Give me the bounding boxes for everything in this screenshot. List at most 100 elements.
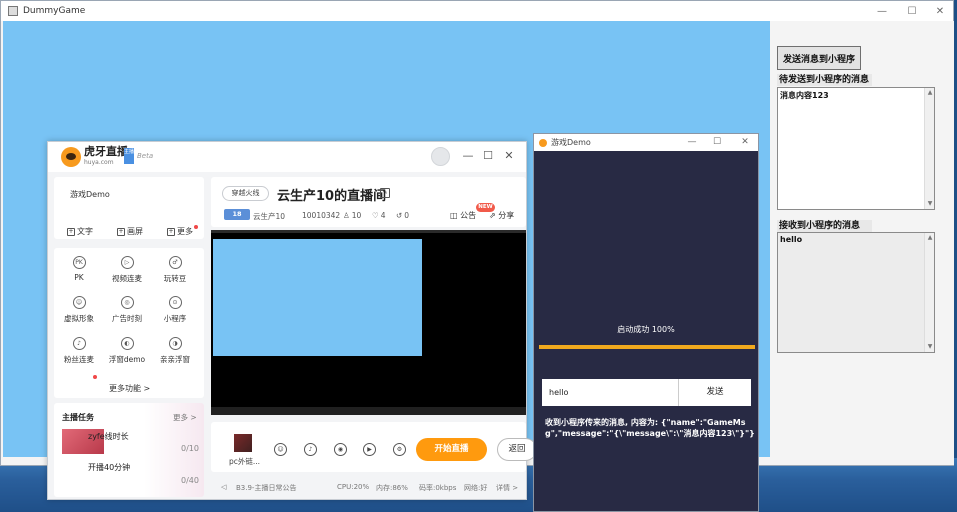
minimize-button[interactable]: —	[460, 148, 476, 164]
details-link[interactable]: 详情 >	[496, 483, 518, 493]
action-label: 画屏	[127, 227, 143, 236]
pending-message-text: 消息内容123	[780, 91, 829, 100]
start-live-button[interactable]: 开始直播	[416, 438, 487, 461]
plus-icon: +	[67, 227, 75, 236]
logo-tag: 主播	[124, 148, 134, 164]
tool-label: PK	[74, 273, 84, 282]
minimize-button[interactable]: —	[867, 1, 897, 21]
message-input[interactable]: hello	[542, 379, 678, 406]
tool-label: 虚拟形象	[64, 314, 94, 323]
stat-value: 4	[380, 211, 386, 220]
float-icon: ◑	[168, 337, 182, 350]
received-message-label: 接收到小程序的消息	[777, 220, 872, 232]
beta-label: Beta	[137, 152, 154, 160]
share-label: 分享	[498, 211, 515, 220]
cpu-usage: CPU:20%	[337, 483, 370, 491]
maximize-button[interactable]: ☐	[705, 134, 729, 151]
action-screen[interactable]: + 画屏	[117, 226, 143, 237]
tool-label: 亲亲浮窗	[160, 355, 190, 364]
mic-icon: ♪	[72, 337, 86, 350]
scrollbar[interactable]: ▲ ▼	[924, 233, 934, 352]
action-label: 更多	[177, 227, 193, 236]
streamer-name: pc外链...	[229, 457, 261, 466]
notification-dot	[194, 225, 198, 229]
tasks-more-link[interactable]: 更多 >	[173, 412, 197, 423]
share-button[interactable]: ⇗ 分享	[489, 210, 514, 221]
huya-live-window: 虎牙直播 huya.com 主播 Beta — ☐ ✕ 游戏Demo + 文字 …	[47, 141, 537, 500]
maximize-button[interactable]: ☐	[897, 1, 927, 21]
plus-icon: +	[117, 227, 125, 236]
tool-fan-link[interactable]: ♪ 粉丝连麦	[54, 337, 104, 365]
speaker-icon: ◁	[221, 483, 227, 491]
refresh-icon: ↺	[396, 211, 403, 220]
task-count: 0/40	[181, 476, 199, 485]
tool-kiss-float[interactable]: ◑ 亲亲浮窗	[150, 337, 200, 365]
pending-message-label: 待发送到小程序的消息	[777, 74, 872, 86]
eye-icon[interactable]: ◉	[334, 443, 347, 456]
logo-text: 虎牙直播	[84, 145, 128, 158]
received-message-text: hello	[780, 235, 803, 244]
stat-value: 0	[404, 211, 410, 220]
tool-miniprogram[interactable]: ⊙ 小程序	[150, 296, 200, 324]
tool-video-link[interactable]: ▷ 视频连麦	[102, 256, 152, 284]
minimize-button[interactable]: —	[680, 134, 704, 151]
task-count: 0/10	[181, 444, 199, 453]
task-label: 开播40分钟	[88, 463, 131, 472]
tool-label: 小程序	[163, 314, 187, 323]
preview-game-source[interactable]	[213, 239, 422, 356]
memory-usage: 内存:86%	[376, 484, 408, 492]
category-tag[interactable]: 穿越火线	[222, 186, 269, 201]
scrollbar[interactable]: ▲ ▼	[924, 88, 934, 209]
tools-card: PK PK ▷ 视频连麦 ♂ 玩转豆 ☺ 虚拟形象 ◎ 广告时刻 ⊙ 小程序 ♪ 粉丝连麦 ◐…	[54, 248, 204, 398]
heart-icon: ♡	[372, 211, 379, 220]
tool-float-demo[interactable]: ◐ 浮窗demo	[102, 337, 152, 365]
like-count: ♡ 4	[372, 211, 386, 220]
network-status: 网络:好	[464, 484, 488, 492]
tool-label: 广告时刻	[112, 314, 142, 323]
progress-fill	[539, 345, 755, 349]
pending-message-textarea[interactable]: 消息内容123 ▲ ▼	[777, 87, 935, 210]
action-text[interactable]: + 文字	[67, 226, 93, 237]
stat-value: 云生产10	[253, 212, 286, 221]
level-badge: 18	[224, 209, 250, 220]
edit-icon[interactable]: ✎	[380, 188, 390, 198]
more-functions-link[interactable]: 更多功能 >	[109, 383, 150, 394]
received-message-text: 收到小程序传来的消息, 内容为: {"name":"GameMsg","mess…	[545, 418, 755, 438]
notice-text[interactable]: B3.9-主播日常公告	[236, 483, 296, 493]
channel-name: 游戏Demo	[70, 190, 110, 199]
close-button[interactable]: ✕	[501, 148, 517, 164]
avatar-icon: ☺	[72, 296, 86, 309]
action-more[interactable]: + 更多	[167, 226, 193, 237]
huya-titlebar: 虎牙直播 huya.com 主播 Beta — ☐ ✕	[48, 142, 526, 172]
progress-bar	[539, 345, 755, 349]
send-to-miniprogram-button[interactable]: 发送消息到小程序	[777, 46, 861, 70]
room-title: 云生产10的直播间	[277, 189, 387, 204]
send-button[interactable]: 发送	[678, 379, 751, 406]
float-icon: ◐	[120, 337, 134, 350]
tool-avatar[interactable]: ☺ 虚拟形象	[54, 296, 104, 324]
close-button[interactable]: ✕	[925, 1, 955, 21]
stream-preview[interactable]	[211, 230, 526, 415]
mic-icon[interactable]: ♪	[304, 443, 317, 456]
emoji-icon[interactable]: ☺	[274, 443, 287, 456]
tool-label: 粉丝连麦	[64, 355, 94, 364]
announce-button[interactable]: ◫ 公告	[450, 210, 476, 221]
close-button[interactable]: ✕	[733, 134, 757, 151]
logo-domain: huya.com	[84, 159, 114, 166]
tool-ad[interactable]: ◎ 广告时刻	[102, 296, 152, 324]
received-message-textarea[interactable]: hello ▲ ▼	[777, 232, 935, 353]
tool-beans[interactable]: ♂ 玩转豆	[150, 256, 200, 284]
settings-icon[interactable]: ⚙	[393, 443, 406, 456]
tool-label: 浮窗demo	[108, 355, 146, 364]
tool-pk[interactable]: PK PK	[54, 256, 104, 282]
tool-label: 视频连麦	[112, 274, 142, 283]
message-side-panel: 发送消息到小程序 待发送到小程序的消息 消息内容123 ▲ ▼ 接收到小程序的消息…	[770, 21, 954, 465]
user-avatar[interactable]	[431, 147, 450, 166]
room-owner: 云生产10	[253, 211, 285, 222]
back-button[interactable]: 返回	[497, 438, 537, 461]
plus-icon: +	[167, 227, 175, 236]
preview-bottom-bar	[211, 407, 526, 415]
maximize-button[interactable]: ☐	[480, 148, 496, 164]
streamer-avatar[interactable]	[234, 434, 252, 452]
camera-icon[interactable]: ▶	[363, 443, 376, 456]
